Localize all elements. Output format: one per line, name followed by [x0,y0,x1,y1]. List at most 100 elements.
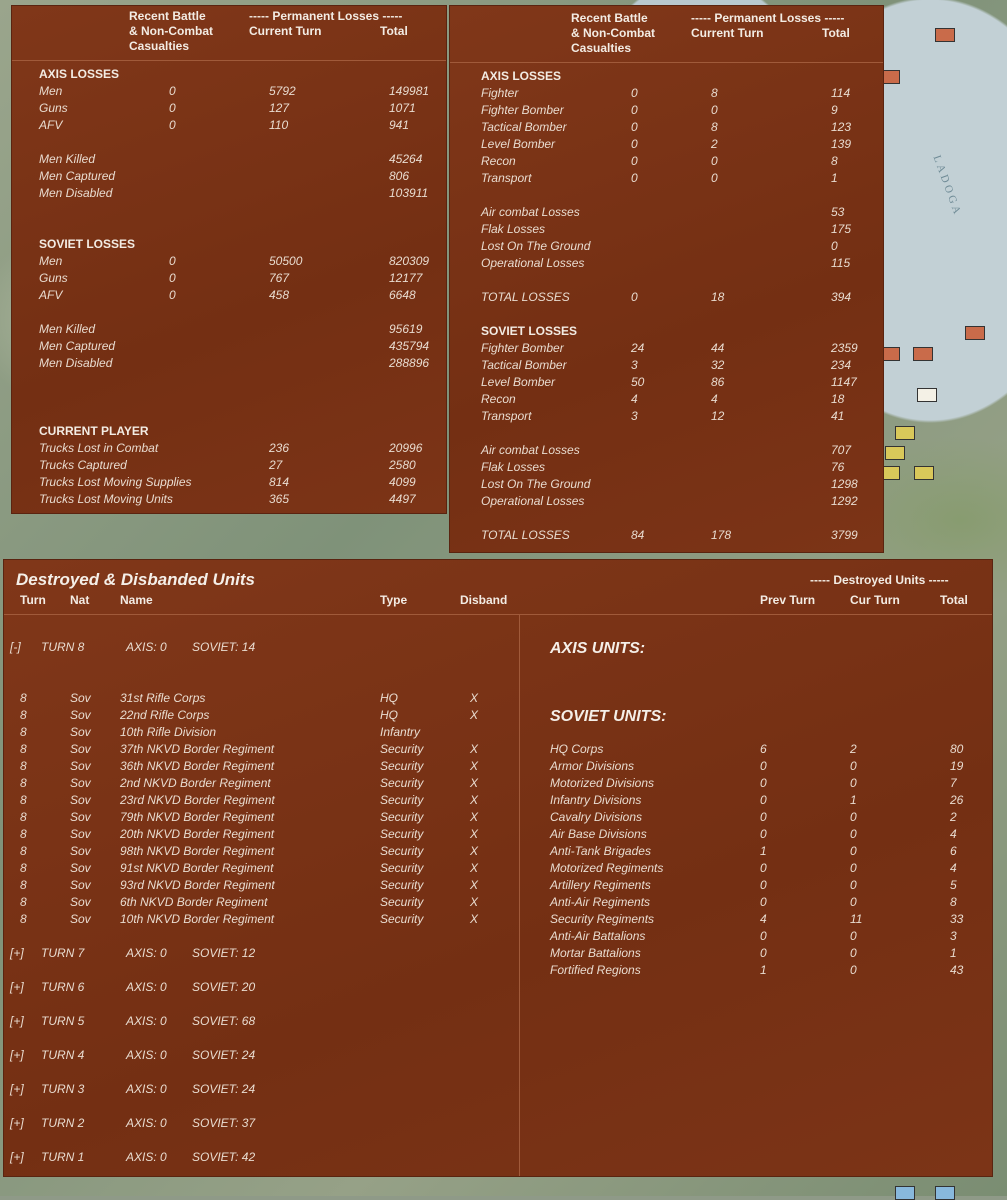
turn-group-collapsed[interactable]: [+] TURN 6 AXIS: 0 SOVIET: 20 [4,979,992,996]
unit-counter[interactable] [880,70,900,84]
unit-counter[interactable] [880,347,900,361]
unit-counter[interactable] [885,446,905,460]
cell: Sov [70,691,91,705]
cell: 1292 [831,494,858,508]
turn-group-collapsed[interactable]: [+] TURN 1 AXIS: 0 SOVIET: 42 [4,1149,992,1166]
turn-group-collapsed[interactable]: [+] TURN 2 AXIS: 0 SOVIET: 37 [4,1115,992,1132]
ground-losses-panel: Recent Battle & Non-Combat Casualties --… [12,6,446,513]
table-row: Guns 0 767 12177 [12,270,446,287]
cell: 814 [269,475,290,489]
unit-type-row: Motorized Divisions 0 0 7 [4,775,992,792]
unit-type-row: Infantry Divisions 0 1 26 [4,792,992,809]
table-row: Transport 3 12 41 [450,408,883,425]
cell: 0 [760,759,767,773]
cell: Flak Losses [481,460,546,474]
cell: 0 [760,946,767,960]
cell: Men [39,254,63,268]
turn-group-expanded[interactable]: [-] TURN 8 AXIS: 0 SOVIET: 14 [4,639,992,656]
col-turn[interactable]: Turn [20,593,46,608]
cell: Men Disabled [39,356,113,370]
table-row: Men Killed 45264 [12,151,446,168]
cell: 8 [831,154,838,168]
cell: Transport [481,409,532,423]
section-title: SOVIET LOSSES [39,237,136,251]
cell: Men Disabled [39,186,113,200]
cell: 0 [831,239,838,253]
col-disband[interactable]: Disband [460,593,507,608]
table-row: Men Disabled 103911 [12,185,446,202]
cell: 127 [269,101,290,115]
cell: Fighter Bomber [481,103,564,117]
cell: TOTAL LOSSES [481,528,570,542]
cell: 123 [831,120,852,134]
cell: 0 [760,827,767,841]
unit-counter[interactable] [917,388,937,402]
unit-counter[interactable] [895,1186,915,1200]
cell: 110 [269,118,289,132]
cell: 6648 [389,288,416,302]
cell: 3 [631,409,638,423]
cell: Mortar Battalions [550,946,641,960]
unit-row[interactable]: 8 Sov 22nd Rifle Corps HQ X [4,707,992,724]
cell: Operational Losses [481,256,585,270]
cell: 10th Rifle Division [120,725,217,739]
expand-toggle[interactable]: [+] [10,1081,24,1098]
col-cur-turn[interactable]: Cur Turn [850,593,900,608]
header-permanent: ----- Permanent Losses ----- [249,9,403,23]
col-nat[interactable]: Nat [70,593,89,608]
expand-toggle[interactable]: [+] [10,1115,24,1132]
expand-toggle[interactable]: [+] [10,1149,24,1166]
cell: 139 [831,137,852,151]
unit-counter[interactable] [913,347,933,361]
cell: Motorized Divisions [550,776,655,790]
cell: HQ [380,691,398,705]
cell: Men Killed [39,152,96,166]
table-row: Trucks Lost Moving Supplies 814 4099 [12,474,446,491]
unit-counter[interactable] [895,426,915,440]
cell: 4497 [389,492,416,506]
cell: 33 [950,912,964,926]
unit-counter[interactable] [965,326,985,340]
col-name[interactable]: Name [120,593,153,608]
unit-type-row: Cavalry Divisions 0 0 2 [4,809,992,826]
cell: 80 [950,742,964,756]
unit-row[interactable]: 8 Sov 31st Rifle Corps HQ X [4,690,992,707]
cell: 0 [850,810,857,824]
cell: 26 [950,793,964,807]
turn-group-collapsed[interactable]: [+] TURN 3 AXIS: 0 SOVIET: 24 [4,1081,992,1098]
unit-counter[interactable] [935,1186,955,1200]
cell: Fighter Bomber [481,341,564,355]
cell: 0 [850,827,857,841]
cell: 941 [389,118,410,132]
expand-toggle[interactable]: [+] [10,979,24,996]
collapse-toggle[interactable]: [-] [10,639,21,656]
cell: Fortified Regions [550,963,641,977]
turn-group-collapsed[interactable]: [+] TURN 5 AXIS: 0 SOVIET: 68 [4,1013,992,1030]
cell: 1 [760,844,767,858]
unit-counter[interactable] [880,466,900,480]
cell: 0 [760,895,767,909]
cell: 0 [169,254,176,268]
expand-toggle[interactable]: [+] [10,1013,24,1030]
table-row: AFV 0 110 941 [12,117,446,134]
unit-type-row: Anti-Air Regiments 0 0 8 [4,894,992,911]
cell: Air combat Losses [481,205,580,219]
unit-counter[interactable] [935,28,955,42]
cell: 0 [631,154,638,168]
unit-row[interactable]: 8 Sov 10th Rifle Division Infantry [4,724,992,741]
table-row: Tactical Bomber 3 32 234 [450,357,883,374]
col-type[interactable]: Type [380,593,407,608]
cell: 19 [950,759,964,773]
expand-toggle[interactable]: [+] [10,1047,24,1064]
turn-group-collapsed[interactable]: [+] TURN 4 AXIS: 0 SOVIET: 24 [4,1047,992,1064]
cell: SOVIET: 20 [192,980,256,994]
col-total[interactable]: Total [940,593,968,608]
unit-type-row: Motorized Regiments 0 0 4 [4,860,992,877]
table-row: Recon 0 0 8 [450,153,883,170]
cell: Sov [70,708,91,722]
cell: Infantry Divisions [550,793,642,807]
col-prev-turn[interactable]: Prev Turn [760,593,815,608]
cell: TURN 1 [41,1150,85,1164]
unit-counter[interactable] [914,466,934,480]
header-permanent: ----- Permanent Losses ----- [691,11,845,25]
